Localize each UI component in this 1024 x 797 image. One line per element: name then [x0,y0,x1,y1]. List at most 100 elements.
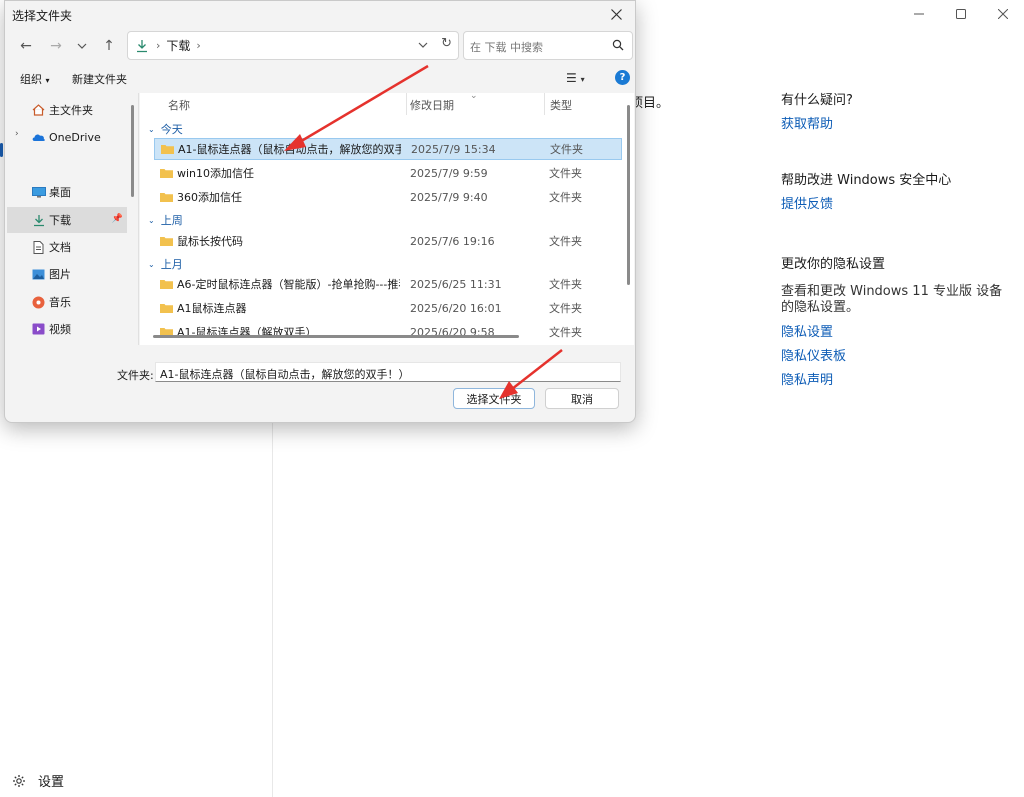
row-date: 2025/6/20 16:01 [410,301,502,315]
group-header-last-week[interactable]: ⌄ 上周 [148,212,183,228]
row-name: A1-鼠标连点器（鼠标自动点击，解放您的双手... [178,143,401,156]
table-row[interactable]: 360添加信任 2025/7/9 9:40 文件夹 [154,186,622,208]
view-options-button[interactable]: ☰ ▾ [566,71,585,85]
search-placeholder: 在 下载 中搜索 [470,41,543,54]
nav-item-music[interactable]: 音乐 📌 [31,289,171,315]
nav-item-pictures[interactable]: 图片 📌 [31,261,171,287]
gear-icon [13,774,25,787]
row-type: 文件夹 [549,167,582,180]
nav-scrollbar[interactable] [131,105,134,197]
chevron-right-icon[interactable]: › [15,129,19,139]
privacy-description: 查看和更改 Windows 11 专业版 设备的隐私设置。 [781,284,1003,315]
help-icon[interactable]: ? [615,70,630,85]
music-icon [31,296,46,309]
maximize-button[interactable] [940,0,982,28]
help-title: 有什么疑问? [781,93,853,108]
settings-nav-item[interactable]: 设置 [12,771,64,790]
table-row[interactable]: A1-鼠标连点器（解放双手） 2025/6/20 9:58 文件夹 [154,321,622,343]
column-header-name[interactable]: 名称 [168,93,190,115]
download-icon [31,214,46,227]
file-list-scrollbar[interactable] [627,105,630,285]
nav-item-videos[interactable]: 视频 📌 [31,316,171,342]
new-folder-button[interactable]: 新建文件夹 [72,71,127,87]
group-label: 今天 [160,123,183,136]
row-type: 文件夹 [549,191,582,204]
row-date: 2025/7/6 19:16 [410,234,495,248]
folder-icon [160,279,173,289]
column-separator[interactable] [544,93,545,115]
nav-label-pictures: 图片 [49,268,71,281]
table-row[interactable]: A1鼠标连点器 2025/6/20 16:01 文件夹 [154,297,622,319]
minimize-icon [914,13,924,15]
privacy-title: 更改你的隐私设置 [781,257,886,272]
get-help-link[interactable]: 获取帮助 [781,116,1011,134]
refresh-button[interactable]: ↻ [441,36,452,51]
privacy-dashboard-link[interactable]: 隐私仪表板 [781,348,1011,366]
folder-name-input[interactable]: A1-鼠标连点器（鼠标自动点击，解放您的双手！） [155,362,621,382]
forward-button[interactable]: → [45,35,67,57]
caret-down-icon: ▾ [580,75,585,84]
search-box[interactable]: 在 下载 中搜索 [463,31,633,60]
row-type: 文件夹 [550,143,583,156]
privacy-settings-link[interactable]: 隐私设置 [781,324,1011,342]
breadcrumb-current[interactable]: 下载 [166,37,190,54]
column-header-type[interactable]: 类型 [550,93,572,115]
nav-label-documents: 文档 [49,241,71,254]
document-icon [31,240,46,254]
table-row[interactable]: win10添加信任 2025/7/9 9:59 文件夹 [154,162,622,184]
select-folder-button[interactable]: 选择文件夹 [453,388,535,409]
folder-icon [160,236,173,246]
up-button[interactable]: ↑ [98,35,120,57]
table-row[interactable]: 鼠标长按代码 2025/7/6 19:16 文件夹 [154,230,622,252]
desktop-icon [31,186,46,199]
group-header-today[interactable]: ⌄ 今天 [148,121,183,137]
recent-locations-button[interactable] [71,35,93,57]
horizontal-scrollbar[interactable] [153,335,519,338]
nav-item-documents[interactable]: 文档 📌 [31,234,171,260]
column-header-date[interactable]: 修改日期 [410,93,454,115]
dialog-close-button[interactable] [603,3,629,25]
select-folder-dialog: 选择文件夹 ← → ↑ › 下载 › ↻ 在 下载 中搜索 组织 ▾ 新建文件夹… [4,0,636,423]
address-bar[interactable]: › 下载 › ↻ [127,31,459,60]
table-row[interactable]: A6-定时鼠标连点器（智能版）-抢单抢购---推荐 2025/6/25 11:3… [154,273,622,295]
feedback-section: 帮助改进 Windows 安全中心 提供反馈 [781,172,1011,256]
nav-selection-indicator [0,143,3,157]
list-view-icon: ☰ [566,71,577,85]
nav-label-music: 音乐 [49,296,71,309]
nav-item-downloads[interactable]: 下载 📌 [7,207,127,233]
organize-menu[interactable]: 组织 ▾ [20,71,50,87]
row-name: 360添加信任 [177,191,242,204]
help-section: 有什么疑问? 获取帮助 [781,92,1011,172]
row-date: 2025/7/9 9:59 [410,166,488,180]
group-header-last-month[interactable]: ⌄ 上月 [148,256,183,272]
close-button[interactable] [982,0,1024,28]
home-icon [31,104,46,117]
pin-icon: 📌 [111,214,123,224]
folder-icon [161,144,174,154]
arrow-left-icon: ← [20,38,32,54]
table-row[interactable]: A1-鼠标连点器（鼠标自动点击，解放您的双手... 2025/7/9 15:34… [154,138,622,160]
row-date: 2025/7/9 15:34 [411,142,496,156]
video-icon [31,323,46,336]
privacy-statement-link[interactable]: 隐私声明 [781,372,1011,390]
settings-label: 设置 [38,775,65,790]
back-button[interactable]: ← [15,35,37,57]
close-icon [610,8,622,20]
row-name: win10添加信任 [177,167,255,180]
file-list: 名称 修改日期 ⌄ 类型 ⌄ 今天 A1-鼠标连点器（鼠标自动点击，解放您的双手… [140,93,634,345]
caret-down-icon: ▾ [45,76,50,85]
organize-label: 组织 [20,73,42,86]
window-caption-buttons [898,0,1024,30]
cancel-button[interactable]: 取消 [545,388,619,409]
row-name: 鼠标长按代码 [177,235,243,248]
navigation-pane: 主文件夹 › OneDrive 桌面 📌 下载 📌 [5,93,171,345]
arrow-right-icon: → [50,38,62,54]
dialog-title: 选择文件夹 [12,9,73,23]
nav-label-onedrive: OneDrive [49,130,101,144]
minimize-button[interactable] [898,0,940,28]
maximize-icon [956,9,966,19]
give-feedback-link[interactable]: 提供反馈 [781,196,1011,214]
column-separator[interactable] [406,93,407,115]
address-history-button[interactable] [418,38,428,51]
nav-label-videos: 视频 [49,323,71,336]
